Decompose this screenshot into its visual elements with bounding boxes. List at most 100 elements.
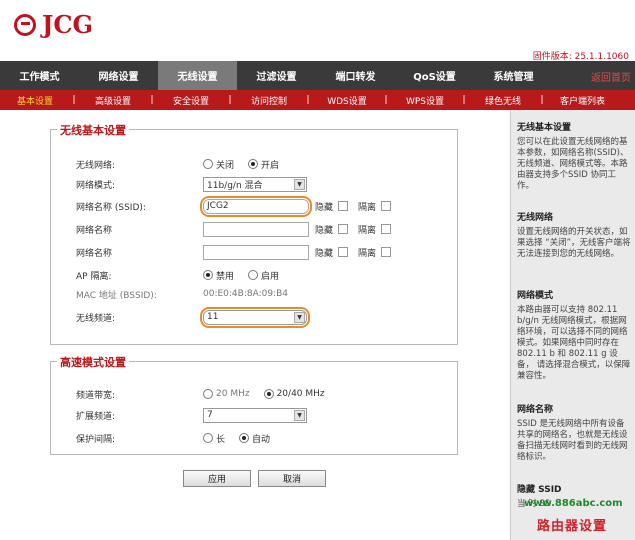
row-ssid-2: 网络名称 隐藏 隔离: [76, 220, 457, 238]
wireless-basic-panel: 无线基本设置 无线网络: 关闭 开启 网络模式: 11b/g/n 混合 ▼ 网络…: [50, 122, 458, 345]
label-ssid-2: 网络名称: [76, 225, 113, 236]
radio-bandwidth-2040[interactable]: [263, 389, 274, 399]
separator: |: [72, 95, 76, 105]
radio-wireless-off[interactable]: [203, 159, 213, 169]
option-bandwidth-20[interactable]: 20 MHz: [203, 389, 250, 399]
radio-guard-auto[interactable]: [239, 433, 250, 443]
ssid-3-input[interactable]: [203, 244, 309, 260]
separator: |: [306, 95, 310, 105]
nav-system-management[interactable]: 系统管理: [474, 61, 553, 90]
checkbox-hide-ssid[interactable]: [338, 201, 349, 211]
ht-mode-panel: 高速模式设置 频道带宽: 20 MHz 20/40 MHz 扩展频道: 7 ▼: [50, 354, 458, 455]
radio-ap-disable[interactable]: [203, 270, 213, 280]
watermark-url: www.886abc.com: [524, 498, 623, 509]
row-network-mode: 网络模式: 11b/g/n 混合 ▼: [76, 175, 457, 193]
label-network-mode: 网络模式:: [76, 180, 116, 191]
watermark-title: 路由器设置: [537, 519, 608, 534]
nav-qos-settings[interactable]: QoS设置: [395, 61, 474, 90]
nav-wireless-settings[interactable]: 无线设置: [158, 61, 237, 90]
label-guard-interval: 保护间隔:: [76, 434, 116, 445]
apply-button[interactable]: 应用: [183, 470, 251, 487]
help-block-wireless-network: 无线网络 设置无线网络的开关状态，如果选择 “关闭”，无线客户端将无法连接到您的…: [517, 210, 632, 260]
tab-client-list[interactable]: 客户端列表: [546, 90, 619, 110]
row-ext-channel: 扩展频道: 7 ▼: [76, 406, 457, 424]
row-ssid-3: 网络名称 隐藏 隔离: [76, 243, 457, 261]
label-isolate: 隔离: [358, 225, 377, 236]
label-ap-isolation: AP 隔离:: [76, 271, 112, 282]
option-bandwidth-2040[interactable]: 20/40 MHz: [263, 389, 325, 399]
nav-port-forwarding[interactable]: 端口转发: [316, 61, 395, 90]
option-wireless-off[interactable]: 关闭: [203, 158, 234, 171]
help-block-network-mode: 网络模式 本路由器可以支持 802.11 b/g/n 无线网络模式，根据网络环境…: [517, 288, 632, 382]
row-bandwidth: 频道带宽: 20 MHz 20/40 MHz: [76, 385, 457, 403]
chevron-down-icon[interactable]: ▼: [294, 409, 305, 421]
radio-guard-long[interactable]: [203, 433, 213, 443]
separator: |: [150, 95, 154, 105]
panel-title-ht-mode: 高速模式设置: [57, 354, 129, 370]
label-channel: 无线频道:: [76, 313, 116, 324]
checkbox-hide-ssid-2[interactable]: [338, 224, 349, 234]
checkbox-isolate-ssid[interactable]: [381, 201, 392, 211]
row-ssid-main: 网络名称 (SSID): JCG2 隐藏 隔离: [76, 195, 457, 217]
label-isolate: 隔离: [358, 248, 377, 259]
tab-green-wireless[interactable]: 绿色无线: [468, 90, 538, 110]
label-hide: 隐藏: [315, 225, 334, 236]
label-mac: MAC 地址 (BSSID):: [76, 290, 157, 301]
row-channel: 无线频道: 11 ▼: [76, 306, 457, 328]
row-wireless-network: 无线网络: 关闭 开启: [76, 155, 457, 173]
tab-access-control[interactable]: 访问控制: [234, 90, 304, 110]
ssid-2-input[interactable]: [203, 221, 309, 237]
radio-wireless-on[interactable]: [248, 159, 259, 169]
ext-channel-select[interactable]: 7 ▼: [203, 407, 307, 423]
tab-advanced-settings[interactable]: 高级设置: [78, 90, 148, 110]
logo-mark-icon: [14, 13, 36, 36]
option-wireless-on[interactable]: 开启: [248, 158, 279, 171]
row-guard-interval: 保护间隔: 长 自动: [76, 429, 457, 447]
header: JCG 固件版本: 25.1.1.1060: [0, 0, 635, 62]
option-guard-long[interactable]: 长: [203, 432, 225, 445]
help-title: 隐藏 SSID: [517, 485, 562, 495]
tab-security-settings[interactable]: 安全设置: [156, 90, 226, 110]
separator: |: [462, 95, 466, 105]
row-ap-isolation: AP 隔离: 禁用 启用: [76, 266, 457, 284]
label-ssid-3: 网络名称: [76, 248, 113, 259]
help-title: 无线基本设置: [517, 123, 572, 133]
option-ap-enable[interactable]: 启用: [248, 269, 279, 282]
help-text: SSID 是无线网络中所有设备共享的网络名，也就是无线设备扫描无线网时看到的无线…: [517, 419, 628, 462]
nav-network-settings[interactable]: 网络设置: [79, 61, 158, 90]
chevron-down-icon[interactable]: ▼: [294, 311, 305, 323]
home-link[interactable]: 返回首页: [591, 69, 631, 84]
label-bandwidth: 频道带宽:: [76, 390, 116, 401]
help-block-network-name: 网络名称 SSID 是无线网络中所有设备共享的网络名，也就是无线设备扫描无线网时…: [517, 402, 632, 463]
checkbox-hide-ssid-3[interactable]: [338, 247, 349, 257]
network-mode-select[interactable]: 11b/g/n 混合 ▼: [203, 176, 307, 192]
main-nav: 工作模式 网络设置 无线设置 过滤设置 端口转发 QoS设置 系统管理 返回首页: [0, 61, 635, 90]
panel-title-wireless-basic: 无线基本设置: [57, 122, 129, 138]
checkbox-isolate-ssid-3[interactable]: [381, 247, 392, 257]
help-block-wireless-basic: 无线基本设置 您可以在此设置无线网络的基本参数，如网络名称(SSID)、无线频道…: [517, 120, 632, 192]
label-ssid: 网络名称 (SSID):: [76, 202, 146, 213]
help-text: 本路由器可以支持 802.11 b/g/n 无线网络模式，根据网络环境，可以选择…: [517, 305, 631, 381]
radio-bandwidth-20[interactable]: [203, 389, 213, 399]
label-isolate: 隔离: [358, 202, 377, 213]
cancel-button[interactable]: 取消: [258, 470, 326, 487]
chevron-down-icon[interactable]: ▼: [294, 178, 305, 190]
help-title: 无线网络: [517, 213, 554, 223]
tab-wps-settings[interactable]: WPS设置: [390, 90, 460, 110]
checkbox-isolate-ssid-2[interactable]: [381, 224, 392, 234]
option-guard-auto[interactable]: 自动: [239, 432, 270, 445]
option-ap-disable[interactable]: 禁用: [203, 269, 234, 282]
radio-ap-enable[interactable]: [248, 270, 259, 280]
ssid-input[interactable]: JCG2: [200, 195, 312, 217]
help-title: 网络模式: [517, 291, 554, 301]
mac-address-value: 00:E0:4B:8A:09:B4: [203, 289, 289, 299]
nav-work-mode[interactable]: 工作模式: [0, 61, 79, 90]
tab-basic-settings[interactable]: 基本设置: [0, 90, 70, 110]
channel-select[interactable]: 11 ▼: [200, 306, 310, 328]
help-text: 设置无线网络的开关状态，如果选择 “关闭”，无线客户端将无法连接到您的无线网络。: [517, 227, 631, 259]
row-mac: MAC 地址 (BSSID): 00:E0:4B:8A:09:B4: [76, 285, 457, 303]
help-title: 网络名称: [517, 405, 554, 415]
tab-wds-settings[interactable]: WDS设置: [312, 90, 382, 110]
nav-filter-settings[interactable]: 过滤设置: [237, 61, 316, 90]
help-sidebar: 无线基本设置 您可以在此设置无线网络的基本参数，如网络名称(SSID)、无线频道…: [510, 110, 635, 540]
